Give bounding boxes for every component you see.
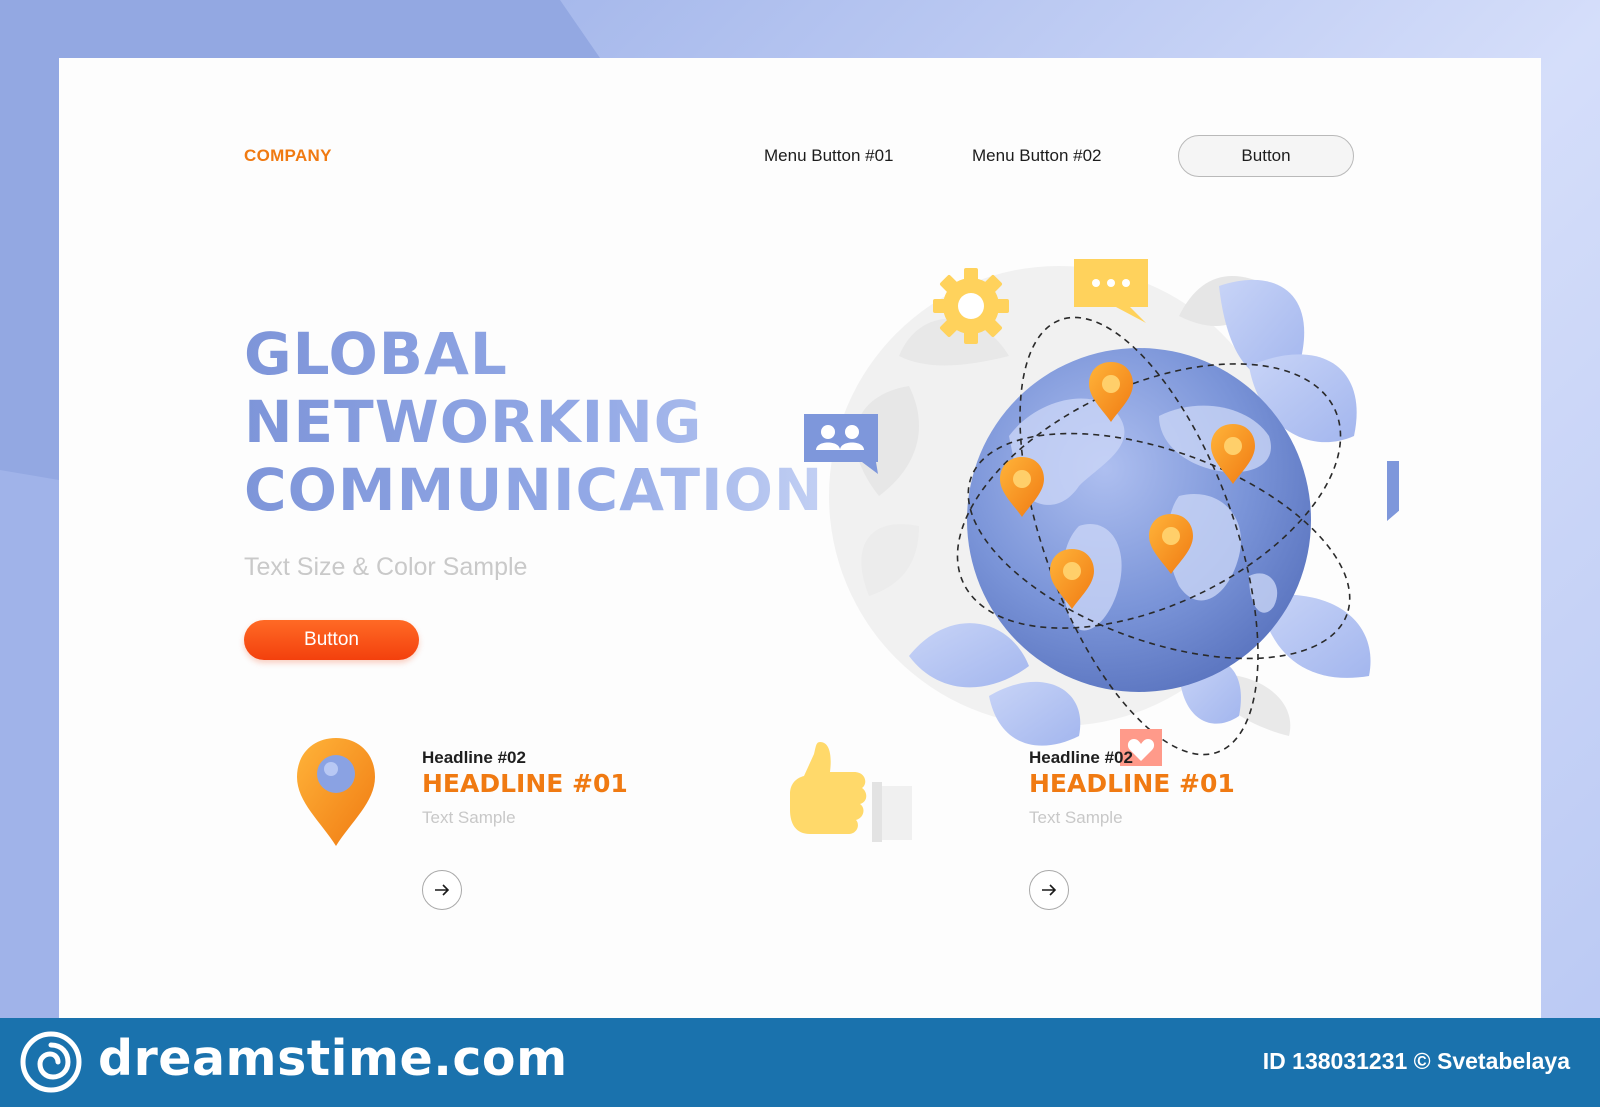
feature-1-text: Text Sample <box>422 808 516 827</box>
feature-2-headline-small: Headline #02 <box>1029 748 1133 767</box>
feature-2-text: Text Sample <box>1029 808 1123 827</box>
feature-1-arrow-button[interactable] <box>422 870 462 910</box>
header-button[interactable]: Button <box>1178 135 1354 177</box>
feature-2-headline-large: HEADLINE #01 <box>1029 769 1235 798</box>
company-logo[interactable]: COMPANY <box>244 146 332 166</box>
thumbs-up-hand-icon <box>790 742 912 842</box>
footer-credit: ID 138031231 © Svetabelaya <box>1262 1048 1570 1074</box>
menu-button-2[interactable]: Menu Button #02 <box>972 146 1101 166</box>
dreamstime-logo-icon <box>20 1031 82 1093</box>
like-chat-icon <box>1387 461 1399 521</box>
landing-card: COMPANY Menu Button #01 Menu Button #02 … <box>59 58 1541 1018</box>
hero-cta-button[interactable]: Button <box>244 620 419 660</box>
feature-1-headline-large: HEADLINE #01 <box>422 769 628 798</box>
map-pin-icon <box>297 738 375 846</box>
footer-bar: dreamstime.com ID 138031231 © Svetabelay… <box>0 1018 1600 1107</box>
gear-icon <box>933 268 1009 344</box>
menu-button-1[interactable]: Menu Button #01 <box>764 146 893 166</box>
footer-brand: dreamstime.com <box>98 1030 568 1087</box>
hero-subtitle: Text Size & Color Sample <box>244 553 528 581</box>
arrow-right-icon <box>435 884 450 896</box>
globe-illustration <box>804 259 1399 766</box>
feature-2-arrow-button[interactable] <box>1029 870 1069 910</box>
arrow-right-icon <box>1042 884 1057 896</box>
feature-1-headline-small: Headline #02 <box>422 748 526 767</box>
